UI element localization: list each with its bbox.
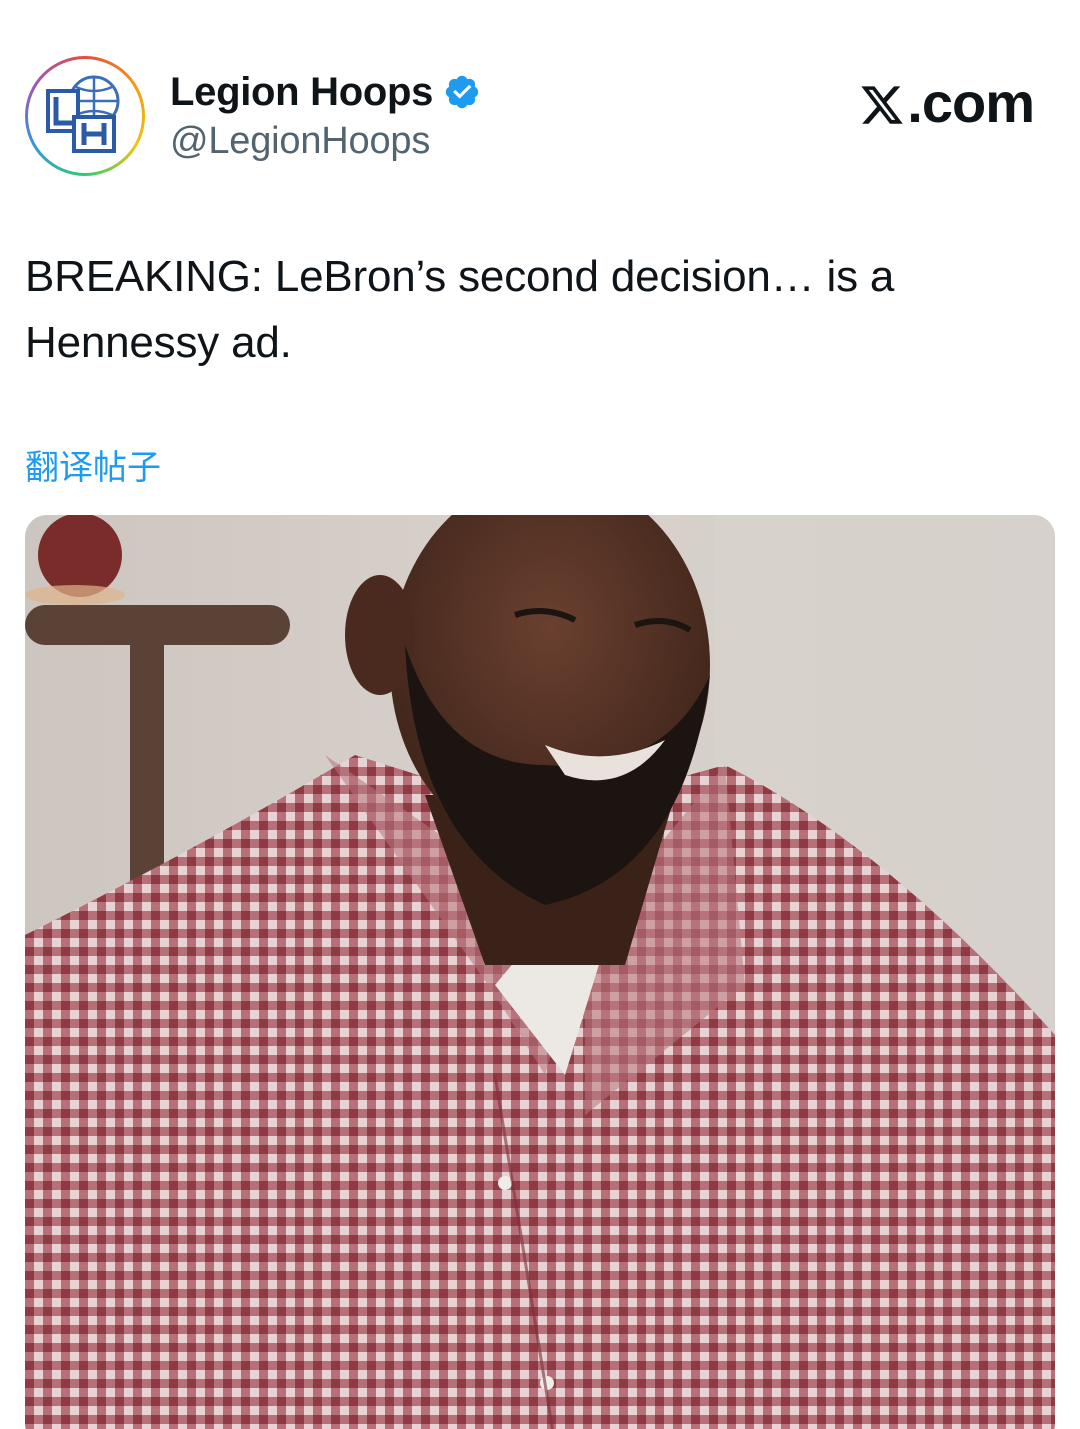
brand-label: .com xyxy=(907,71,1035,134)
display-name[interactable]: Legion Hoops xyxy=(170,70,433,115)
video-still-illustration xyxy=(25,515,1055,1429)
avatar-logo xyxy=(28,59,142,173)
author-block: Legion Hoops @LegionHoops xyxy=(170,66,481,163)
name-row: Legion Hoops xyxy=(170,66,481,118)
tweet-screenshot: Legion Hoops @LegionHoops .com BREAKING:… xyxy=(0,0,1080,1429)
avatar[interactable] xyxy=(25,56,145,176)
media-image[interactable] xyxy=(25,515,1055,1429)
brand-watermark: .com xyxy=(859,70,1035,135)
verified-badge-icon[interactable] xyxy=(443,73,481,111)
x-logo-icon xyxy=(861,86,904,124)
tweet-text: BREAKING: LeBron’s second decision… is a… xyxy=(25,252,895,367)
legion-hoops-logo-icon xyxy=(46,75,120,153)
translate-post-link[interactable]: 翻译帖子 xyxy=(25,440,161,489)
handle[interactable]: @LegionHoops xyxy=(170,120,481,163)
